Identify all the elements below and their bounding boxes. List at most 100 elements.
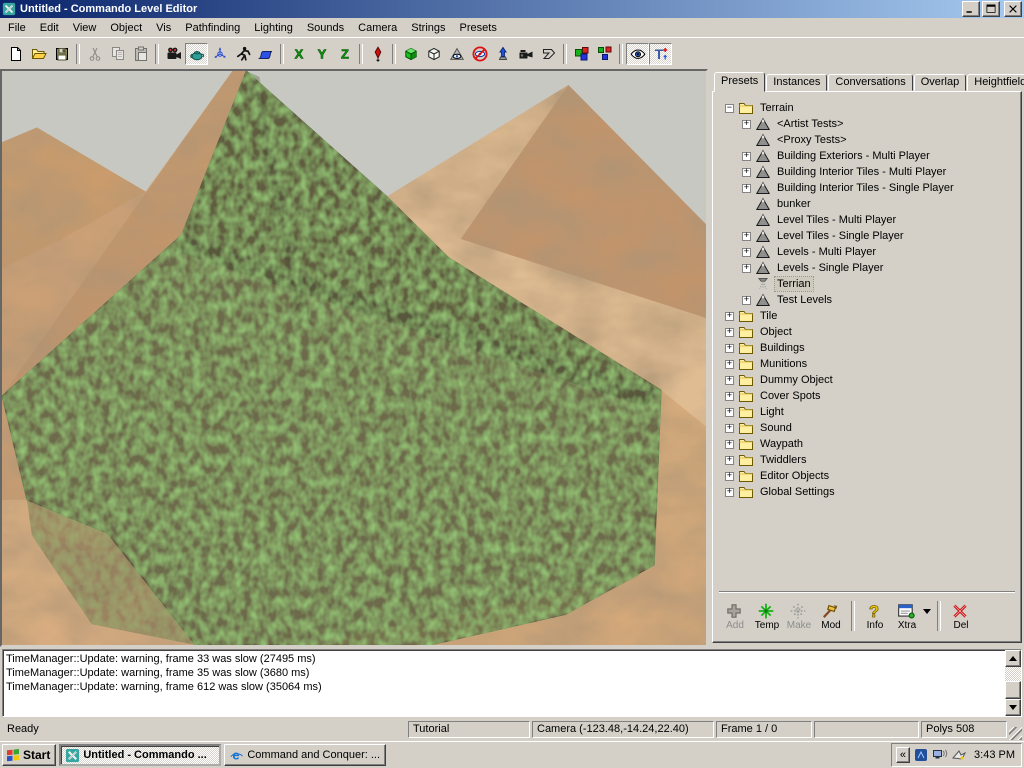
menu-object[interactable]: Object: [103, 20, 149, 36]
xtra-dropdown-button[interactable]: [921, 602, 933, 620]
scroll-down-button[interactable]: [1005, 699, 1021, 716]
collapse-chevron[interactable]: «: [896, 747, 910, 763]
tree-item-twiddlers[interactable]: +Twiddlers: [719, 452, 1015, 468]
resize-grip[interactable]: [1009, 727, 1022, 740]
close-button[interactable]: [1004, 1, 1022, 17]
expand-box[interactable]: +: [725, 408, 734, 417]
expand-box[interactable]: +: [725, 488, 734, 497]
log-list[interactable]: TimeManager::Update: warning, frame 33 w…: [3, 650, 1005, 716]
info-button[interactable]: ?Info: [859, 602, 891, 631]
expand-box[interactable]: +: [725, 328, 734, 337]
maximize-button[interactable]: [982, 1, 1000, 17]
expand-box[interactable]: +: [725, 360, 734, 369]
toggle-visibility-button[interactable]: [626, 43, 649, 65]
expand-box[interactable]: +: [742, 264, 751, 273]
tree-item-sound[interactable]: +Sound: [719, 420, 1015, 436]
expand-box[interactable]: +: [725, 392, 734, 401]
tree-item-level-tiles-single-player[interactable]: +Level Tiles - Single Player: [719, 228, 1015, 244]
tree-item-global-settings[interactable]: +Global Settings: [719, 484, 1015, 500]
tab-instances[interactable]: Instances: [766, 74, 827, 91]
tree-item-artist-tests[interactable]: +<Artist Tests>: [719, 116, 1015, 132]
scroll-thumb[interactable]: [1005, 681, 1021, 699]
expand-box[interactable]: +: [742, 120, 751, 129]
expand-box[interactable]: +: [725, 424, 734, 433]
task-button-command-and-conquer[interactable]: eCommand and Conquer: ...: [224, 744, 386, 766]
menu-lighting[interactable]: Lighting: [247, 20, 300, 36]
menu-camera[interactable]: Camera: [351, 20, 404, 36]
scroll-up-button[interactable]: [1005, 650, 1021, 667]
toggle-text-labels-button[interactable]: T: [649, 43, 672, 65]
open-button[interactable]: [27, 43, 50, 65]
group-objects-button[interactable]: [570, 43, 593, 65]
tree-item-levels-multi-player[interactable]: +Levels - Multi Player: [719, 244, 1015, 260]
camera-view-button[interactable]: [514, 43, 537, 65]
movie-camera-button[interactable]: [162, 43, 185, 65]
presets-tree[interactable]: −Terrain+<Artist Tests><Proxy Tests>+Bui…: [719, 98, 1015, 587]
expand-box[interactable]: +: [742, 152, 751, 161]
menu-sounds[interactable]: Sounds: [300, 20, 351, 36]
minimize-button[interactable]: [962, 1, 980, 17]
waypoint-ribbon-button[interactable]: [254, 43, 277, 65]
tree-item-levels-single-player[interactable]: +Levels - Single Player: [719, 260, 1015, 276]
expand-box[interactable]: +: [725, 376, 734, 385]
tree-item-buildings[interactable]: +Buildings: [719, 340, 1015, 356]
tab-presets[interactable]: Presets: [714, 72, 765, 92]
lock-y-button[interactable]: Y: [310, 43, 333, 65]
tray-gpu-bird-icon[interactable]: [951, 747, 967, 763]
solid-view-button[interactable]: [399, 43, 422, 65]
title-bar[interactable]: Untitled - Commando Level Editor: [0, 0, 1024, 18]
tree-item-light[interactable]: +Light: [719, 404, 1015, 420]
log-scrollbar[interactable]: [1005, 650, 1021, 716]
hide-selected-button[interactable]: [468, 43, 491, 65]
tree-item-editor-objects[interactable]: +Editor Objects: [719, 468, 1015, 484]
walk-through-button[interactable]: [231, 43, 254, 65]
menu-file[interactable]: File: [1, 20, 33, 36]
menu-edit[interactable]: Edit: [33, 20, 66, 36]
expand-box[interactable]: +: [725, 472, 734, 481]
expand-box[interactable]: +: [742, 184, 751, 193]
tree-item-building-interior-tiles-single-player[interactable]: +Building Interior Tiles - Single Player: [719, 180, 1015, 196]
tree-item-proxy-tests[interactable]: <Proxy Tests>: [719, 132, 1015, 148]
expand-box[interactable]: +: [742, 232, 751, 241]
expand-box[interactable]: +: [725, 312, 734, 321]
task-button-untitled-commando[interactable]: Untitled - Commando ...: [59, 744, 221, 766]
tray-display-icon[interactable]: [932, 747, 948, 763]
tree-item-test-levels[interactable]: +Test Levels: [719, 292, 1015, 308]
render-teapot-button[interactable]: [185, 43, 208, 65]
expand-box[interactable]: +: [742, 248, 751, 257]
tree-item-bunker[interactable]: bunker: [719, 196, 1015, 212]
tree-item-building-exteriors-multi-player[interactable]: +Building Exteriors - Multi Player: [719, 148, 1015, 164]
save-button[interactable]: [50, 43, 73, 65]
tab-heightfield[interactable]: Heightfield: [967, 74, 1024, 91]
del-button[interactable]: Del: [945, 602, 977, 631]
tree-item-terrain[interactable]: −Terrain: [719, 100, 1015, 116]
lock-x-button[interactable]: X: [287, 43, 310, 65]
drop-to-ground-button[interactable]: [366, 43, 389, 65]
tree-item-tile[interactable]: +Tile: [719, 308, 1015, 324]
tree-item-terrian[interactable]: Terrian: [719, 276, 1015, 292]
viewport-3d[interactable]: [0, 69, 708, 647]
tab-conversations[interactable]: Conversations: [828, 74, 912, 91]
wireframe-view-button[interactable]: [422, 43, 445, 65]
polygon-mode-button[interactable]: [537, 43, 560, 65]
tree-item-building-interior-tiles-multi-player[interactable]: +Building Interior Tiles - Multi Player: [719, 164, 1015, 180]
menu-presets[interactable]: Presets: [453, 20, 504, 36]
mod-button[interactable]: Mod: [815, 602, 847, 631]
tree-item-cover-spots[interactable]: +Cover Spots: [719, 388, 1015, 404]
show-selected-button[interactable]: [445, 43, 468, 65]
tree-item-dummy-object[interactable]: +Dummy Object: [719, 372, 1015, 388]
menu-vis[interactable]: Vis: [149, 20, 178, 36]
xtra-button[interactable]: Xtra: [891, 602, 923, 631]
new-button[interactable]: [4, 43, 27, 65]
tray-app-icon[interactable]: [913, 747, 929, 763]
lock-z-button[interactable]: Z: [333, 43, 356, 65]
menu-strings[interactable]: Strings: [404, 20, 452, 36]
expand-box[interactable]: +: [742, 296, 751, 305]
ungroup-objects-button[interactable]: [593, 43, 616, 65]
expand-box[interactable]: +: [725, 456, 734, 465]
tree-item-object[interactable]: +Object: [719, 324, 1015, 340]
collapse-box[interactable]: −: [725, 104, 734, 113]
scroll-track[interactable]: [1005, 667, 1021, 681]
start-button[interactable]: Start: [2, 744, 56, 766]
menu-view[interactable]: View: [66, 20, 104, 36]
